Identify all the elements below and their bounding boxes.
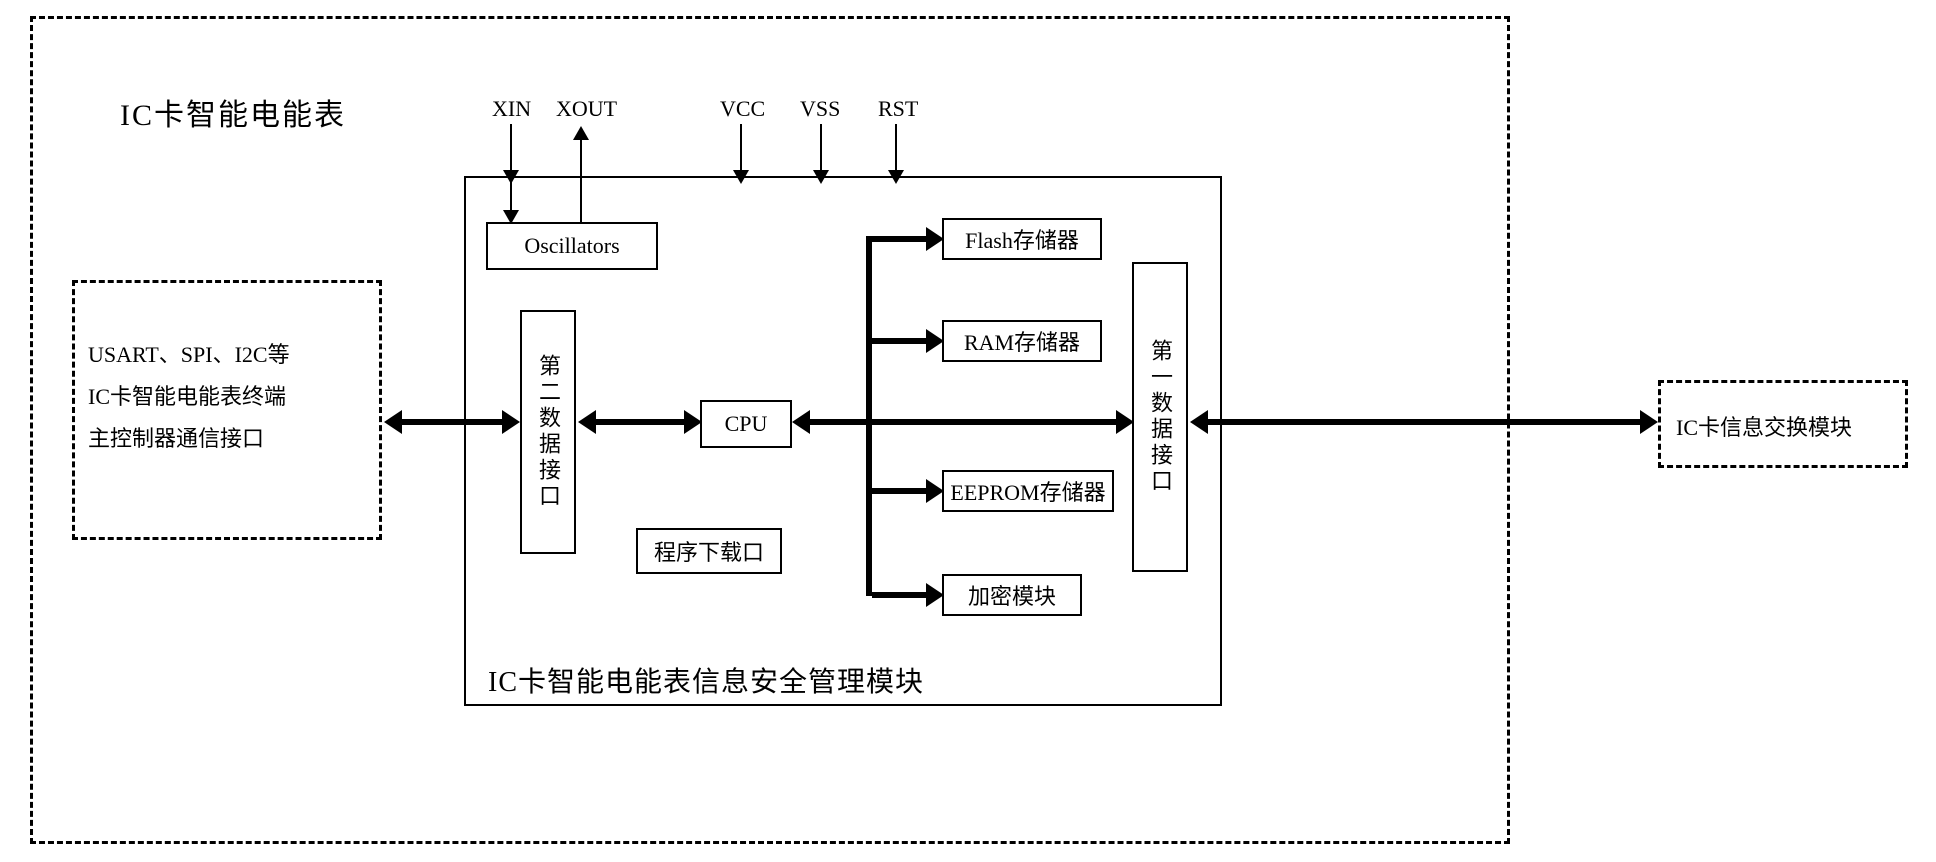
pin-rst-arrow — [888, 170, 904, 184]
conn-if1-out-al — [1190, 410, 1208, 434]
memory-bus — [866, 236, 872, 596]
branch-ram-ar — [926, 329, 944, 353]
branch-flash — [872, 236, 928, 242]
branch-encrypt-ar — [926, 583, 944, 607]
pin-xout-label: XOUT — [556, 96, 617, 122]
conn-left-if2-ar — [502, 410, 520, 434]
conn-if2-cpu-ar — [684, 410, 702, 434]
branch-encrypt — [872, 592, 928, 598]
pin-rst-label: RST — [878, 96, 918, 122]
pin-vcc-label: VCC — [720, 96, 765, 122]
flash-block: Flash存储器 — [942, 218, 1102, 260]
encrypt-block: 加密模块 — [942, 574, 1082, 616]
left-module-text: USART、SPI、I2C等 IC卡智能电能表终端 主控制器通信接口 — [88, 334, 370, 460]
conn-if2-cpu-al — [578, 410, 596, 434]
ram-block: RAM存储器 — [942, 320, 1102, 362]
pin-xout-line — [580, 140, 582, 180]
prog-dl-block: 程序下载口 — [636, 528, 782, 574]
conn-if2-cpu — [594, 419, 686, 425]
diagram-canvas: IC卡智能电能表 USART、SPI、I2C等 IC卡智能电能表终端 主控制器通… — [0, 0, 1936, 862]
security-module-title: IC卡智能电能表信息安全管理模块 — [488, 660, 924, 700]
conn-cpu-bus-al — [792, 410, 810, 434]
xin-internal-arrow — [503, 210, 519, 224]
data-if-2-text: 第二数据接口 — [532, 354, 564, 510]
conn-left-if2 — [400, 419, 504, 425]
pin-vss-line — [820, 124, 822, 174]
pin-rst-line — [895, 124, 897, 174]
eeprom-block: EEPROM存储器 — [942, 470, 1114, 512]
branch-flash-ar — [926, 227, 944, 251]
conn-if1-out-ar — [1640, 410, 1658, 434]
data-if-2-block: 第二数据接口 — [520, 310, 576, 554]
pin-xout-arrow — [573, 126, 589, 140]
branch-eeprom-ar — [926, 479, 944, 503]
pin-xin-label: XIN — [492, 96, 531, 122]
xout-internal-line — [580, 180, 582, 224]
right-module-text: IC卡信息交换模块 — [1676, 410, 1852, 442]
branch-eeprom — [872, 488, 928, 494]
pin-vss-label: VSS — [800, 96, 840, 122]
oscillators-block: Oscillators — [486, 222, 658, 270]
pin-vcc-arrow — [733, 170, 749, 184]
pin-vcc-line — [740, 124, 742, 174]
data-if-1-text: 第一数据接口 — [1144, 339, 1176, 495]
pin-vss-arrow — [813, 170, 829, 184]
pin-xin-line — [510, 124, 512, 174]
conn-cpu-bus — [808, 419, 1118, 425]
conn-if1-out — [1206, 419, 1642, 425]
data-if-1-block: 第一数据接口 — [1132, 262, 1188, 572]
conn-left-if2-al — [384, 410, 402, 434]
outer-title: IC卡智能电能表 — [120, 90, 346, 134]
cpu-block: CPU — [700, 400, 792, 448]
conn-cpu-bus-ar — [1116, 410, 1134, 434]
branch-ram — [872, 338, 928, 344]
